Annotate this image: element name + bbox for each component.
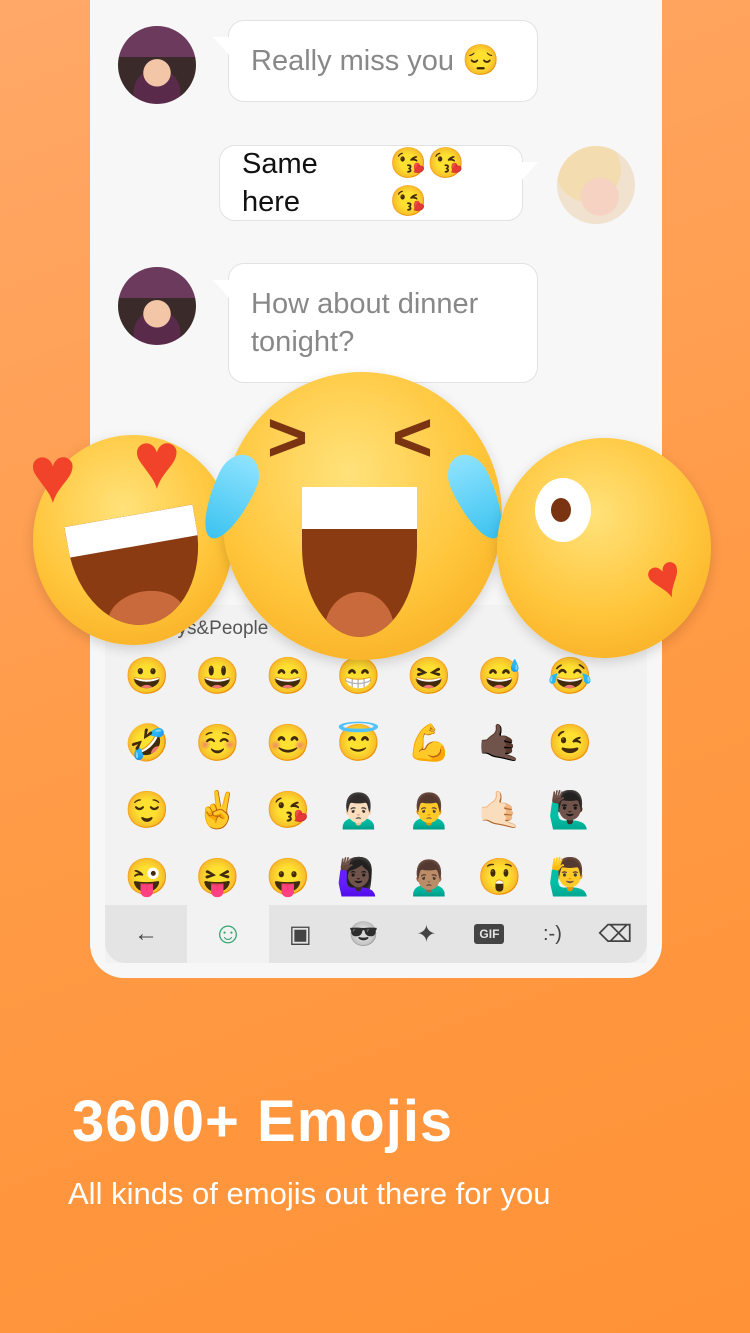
emoji-key[interactable]: 🙍‍♂️ — [394, 779, 465, 846]
delete-button[interactable]: ⌫ — [584, 905, 647, 963]
emoji-key[interactable]: 🙍🏻‍♂️ — [324, 779, 395, 846]
friend-avatar[interactable] — [118, 26, 196, 104]
heart-eyes-laughing-sticker: ♥ ♥ — [29, 421, 233, 645]
mouth — [64, 504, 212, 636]
promo-headline: 3600+ Emojis — [72, 1089, 454, 1154]
emoji-key[interactable]: 😛 — [253, 846, 324, 913]
emoji-tab[interactable]: ☺ — [186, 905, 269, 963]
emoji-key[interactable]: 🤙🏻 — [465, 779, 536, 846]
emoji-key[interactable]: ✌️ — [183, 779, 254, 846]
message-bubble: Same here 😘😘😘 — [219, 145, 538, 221]
message-bubble: How about dinner tonight? — [213, 263, 538, 383]
emoji-key[interactable]: 🙍🏽‍♂️ — [394, 846, 465, 913]
closed-eye: < — [392, 398, 433, 476]
gif-tab[interactable]: GIF — [458, 905, 521, 963]
promo-subtitle: All kinds of emojis out there for you — [68, 1176, 551, 1211]
backspace-icon: ⌫ — [598, 920, 633, 948]
emoji-key[interactable]: 🤙🏿 — [465, 712, 536, 779]
emoji-key[interactable]: 🙋‍♂️ — [535, 846, 606, 913]
message-text: Same here — [242, 148, 318, 218]
emoji-key[interactable]: 😃 — [183, 645, 254, 712]
sunglasses-icon: 😎 — [348, 920, 379, 948]
emoji-key[interactable]: 😇 — [324, 712, 395, 779]
mouth — [302, 487, 417, 637]
back-button[interactable]: ← — [105, 905, 187, 963]
emoji-key[interactable]: 💪 — [394, 712, 465, 779]
emoji-key[interactable]: 😌 — [112, 779, 183, 846]
heart-icon: ♥ — [133, 416, 181, 505]
magic-tab[interactable]: ✦ — [395, 905, 458, 963]
emoji-key[interactable]: 🤣 — [112, 712, 183, 779]
cool-tab[interactable]: 😎 — [332, 905, 395, 963]
message-text: Really miss you — [251, 45, 455, 77]
emoji-key[interactable]: 😝 — [183, 846, 254, 913]
emoji-key[interactable]: 😜 — [112, 846, 183, 913]
emoji-key[interactable]: 😅 — [465, 645, 536, 712]
sticker-icon: ▣ — [289, 920, 312, 948]
emoji-key[interactable]: 🙋🏿‍♂️ — [535, 779, 606, 846]
closed-eye: > — [267, 398, 308, 476]
sparkle-icon: ✦ — [416, 920, 437, 948]
emoji-grid: 😀 😃 😄 😁 😆 😅 😂 🤣 ☺️ 😊 😇 💪 🤙🏿 😉 😌 ✌️ 😘 🙍🏻‍♂️ 🙍‍♂️ 🤙🏻 🙋🏿‍♂️ 😜 😝 😛 🙋… — [112, 645, 642, 913]
emoticon-tab[interactable]: :-) — [521, 905, 584, 963]
kissing-wink-sticker: ♥ — [497, 438, 711, 658]
heart-icon: ♥ — [636, 539, 693, 616]
emoji-key[interactable]: 😀 — [112, 645, 183, 712]
open-eye — [535, 478, 591, 542]
emoji-key[interactable]: 😆 — [394, 645, 465, 712]
friend-avatar[interactable] — [118, 267, 196, 345]
heart-icon: ♥ — [29, 430, 77, 519]
emoji-key[interactable]: 😲 — [465, 846, 536, 913]
message-text: How about dinner tonight? — [251, 288, 479, 358]
tears-of-joy-sticker: > < — [192, 372, 515, 660]
emoticon-icon: :-) — [543, 922, 562, 945]
emoji-key[interactable]: 😊 — [253, 712, 324, 779]
self-avatar[interactable] — [557, 146, 635, 224]
smiley-icon: ☺ — [212, 917, 244, 950]
message-bubble: Really miss you 😔 — [213, 20, 538, 102]
kissing-emojis: 😘😘😘 — [389, 147, 465, 218]
sticker-tab[interactable]: ▣ — [269, 905, 332, 963]
emoji-key[interactable]: 🙋🏿‍♀️ — [324, 846, 395, 913]
keyboard-toolbar: ← ☺ ▣ 😎 ✦ GIF :-) ⌫ — [105, 905, 647, 963]
emoji-key[interactable]: 😉 — [535, 712, 606, 779]
emoji-key[interactable]: 😄 — [253, 645, 324, 712]
emoji-key[interactable]: ☺️ — [183, 712, 254, 779]
emoji-key[interactable]: 😘 — [253, 779, 324, 846]
gif-icon: GIF — [474, 924, 505, 944]
arrow-left-icon: ← — [133, 920, 158, 947]
pensive-emoji: 😔 — [462, 44, 500, 77]
